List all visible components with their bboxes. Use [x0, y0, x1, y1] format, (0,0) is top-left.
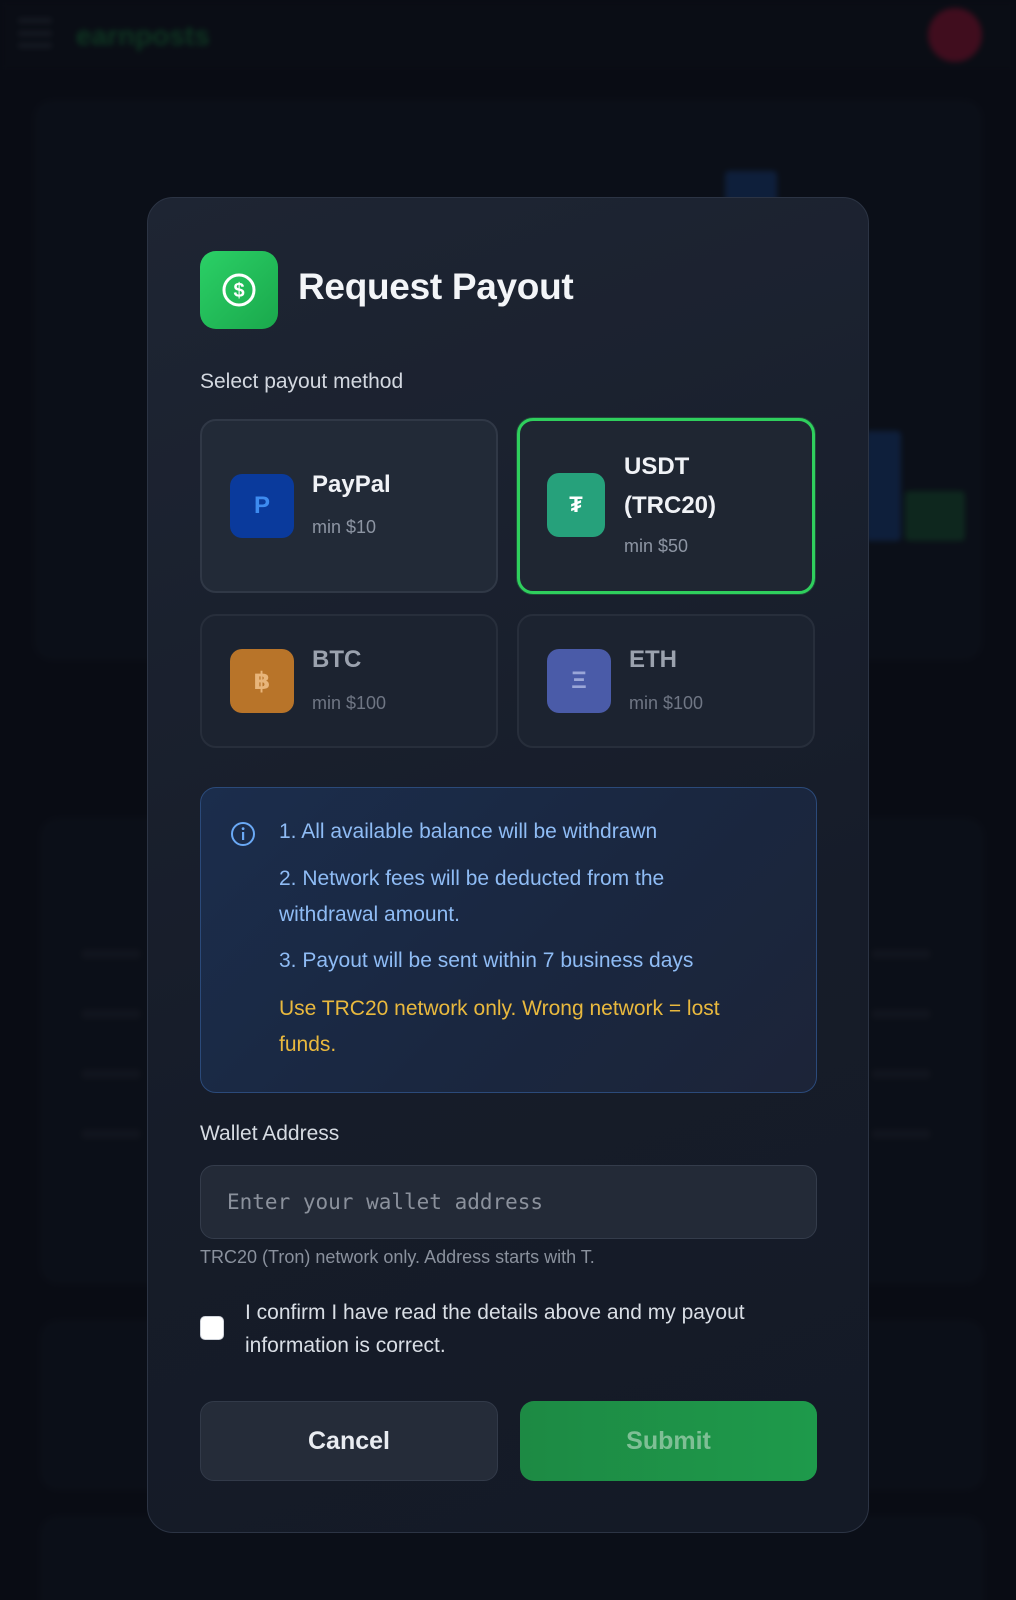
paypal-icon: P: [230, 474, 294, 538]
payout-modal: $ Request Payout Select payout method P …: [147, 197, 869, 1533]
info-line-1: 1. All available balance will be withdra…: [279, 820, 658, 843]
confirm-checkbox[interactable]: [200, 1316, 224, 1340]
tether-glyph: ₮: [569, 492, 583, 517]
dollar-circle-icon: $: [200, 251, 278, 329]
payout-info-box: 1. All available balance will be withdra…: [200, 787, 817, 1093]
wallet-address-input[interactable]: [200, 1165, 817, 1239]
info-line-3: 3. Payout will be sent within 7 business…: [279, 949, 694, 972]
method-name: BTC: [312, 646, 362, 673]
ethereum-glyph: Ξ: [571, 667, 587, 694]
confirm-label[interactable]: I confirm I have read the details above …: [245, 1296, 815, 1362]
method-min: min $10: [312, 517, 377, 537]
method-min: min $50: [624, 536, 689, 556]
bitcoin-glyph: ฿: [253, 667, 271, 695]
method-card-eth[interactable]: Ξ ETH min $100: [517, 614, 815, 748]
wallet-hint: TRC20 (Tron) network only. Address start…: [200, 1247, 595, 1267]
wallet-address-label: Wallet Address: [200, 1122, 340, 1145]
svg-text:$: $: [233, 280, 244, 302]
method-name: ETH: [629, 646, 677, 673]
network-warning: Use TRC20 network only. Wrong network = …: [279, 997, 720, 1056]
ethereum-icon: Ξ: [547, 649, 611, 713]
method-name: PayPal: [312, 471, 391, 498]
method-section-label: Select payout method: [200, 370, 404, 393]
method-min: min $100: [629, 693, 704, 713]
info-line-2: 2. Network fees will be deducted from th…: [279, 867, 665, 926]
method-min: min $100: [312, 693, 387, 713]
method-name: USDT (TRC20): [624, 453, 717, 519]
cancel-button[interactable]: Cancel: [200, 1401, 498, 1481]
tether-icon: ₮: [547, 473, 605, 537]
method-card-btc[interactable]: ฿ BTC min $100: [200, 614, 498, 748]
info-icon: [231, 822, 255, 846]
submit-button[interactable]: Submit: [520, 1401, 817, 1481]
paypal-glyph: P: [253, 492, 270, 519]
modal-title: Request Payout: [298, 266, 574, 307]
method-card-paypal[interactable]: P PayPal min $10: [200, 419, 498, 593]
bitcoin-icon: ฿: [230, 649, 294, 713]
method-card-usdt[interactable]: ₮ USDT (TRC20) min $50: [517, 418, 815, 594]
